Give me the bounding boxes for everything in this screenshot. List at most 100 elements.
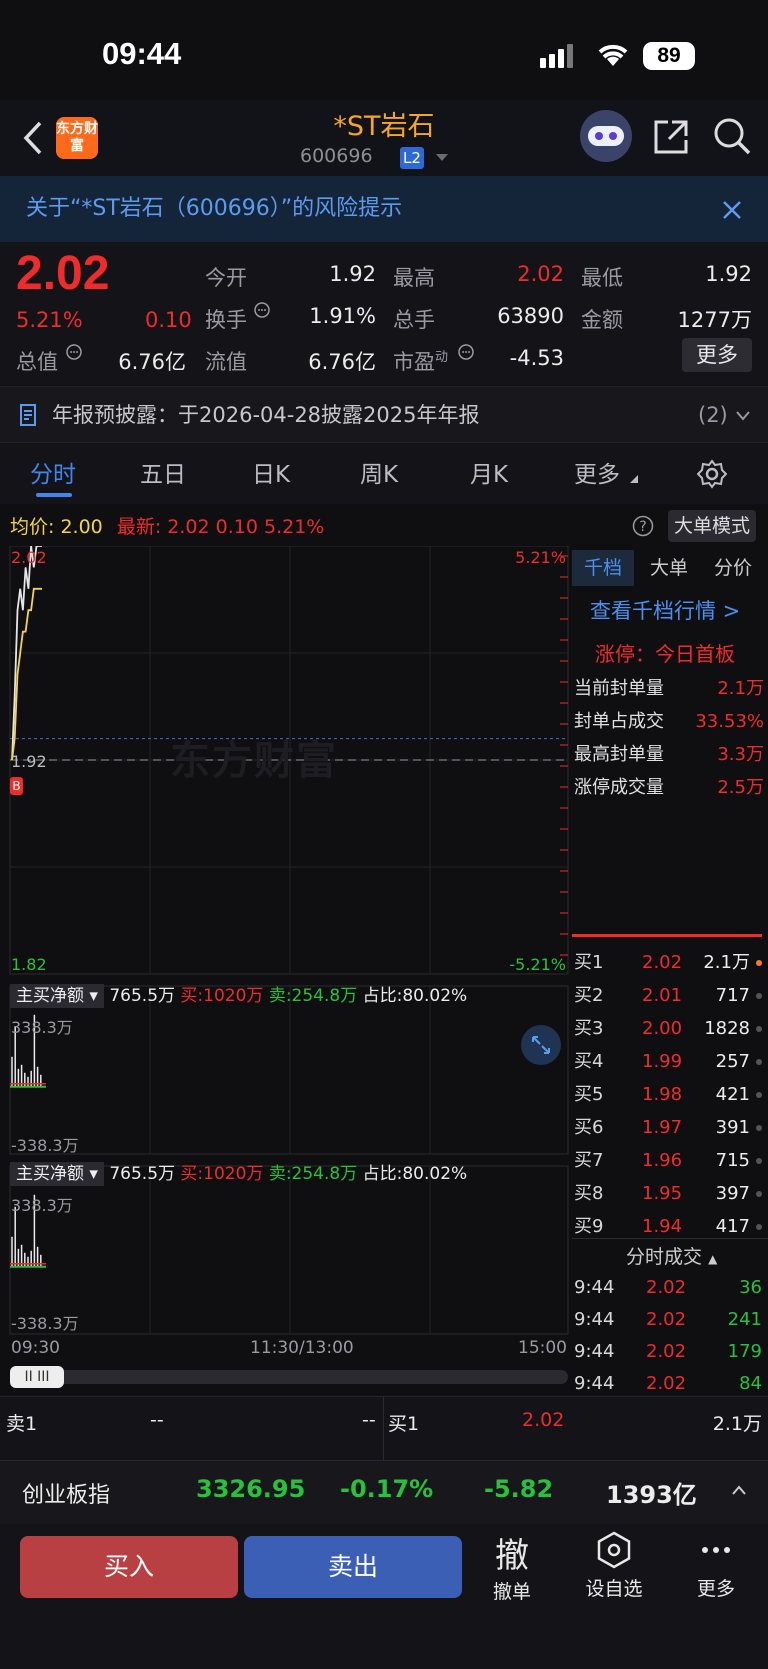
bid-vol: 391 — [715, 1117, 750, 1138]
latest-change: 0.10 — [215, 516, 258, 538]
buy-button[interactable]: 买入 — [20, 1536, 238, 1598]
tab-intraday[interactable]: 分时 — [30, 455, 76, 489]
bid-row[interactable]: 买6 1.97 391 — [574, 1111, 764, 1144]
bid-label: 买8 — [574, 1183, 604, 1204]
tab-big-orders[interactable]: 大单 — [638, 550, 700, 586]
bid-row[interactable]: 买2 2.01 717 — [574, 979, 764, 1012]
limit-stat-row[interactable]: 封单占成交 33.53% — [574, 705, 764, 738]
divider — [572, 934, 762, 937]
tab-price-distribution[interactable]: 分价 — [702, 550, 764, 586]
bid-price: 1.96 — [642, 1150, 683, 1171]
divider — [383, 1397, 384, 1461]
info-icon[interactable] — [66, 344, 82, 360]
latest-percent: 5.21% — [263, 516, 325, 538]
intraday-chart[interactable] — [0, 546, 570, 1386]
chevron-down-icon[interactable] — [436, 154, 448, 162]
bid-row[interactable]: 买8 1.95 397 — [574, 1177, 764, 1210]
limit-stat-row[interactable]: 涨停成交量 2.5万 — [574, 771, 764, 804]
indicator-selector[interactable]: 主买净额 ▾ — [10, 1162, 104, 1186]
stock-code: 600696 — [300, 145, 373, 167]
more-actions-button[interactable]: 更多 — [690, 1530, 742, 1601]
time-scrollbar[interactable] — [10, 1370, 568, 1384]
corner-triangle-icon — [630, 475, 638, 483]
low-value: 1.92 — [705, 262, 752, 286]
bid-price: 1.97 — [642, 1117, 683, 1138]
bid-vol: 257 — [715, 1051, 750, 1072]
gear-icon[interactable] — [697, 459, 727, 489]
limit-stat-row[interactable]: 当前封单量 2.1万 — [574, 672, 764, 705]
change-percent: 5.21% — [16, 308, 83, 332]
cancel-order-button[interactable]: 撤 撤单 — [486, 1528, 538, 1604]
expand-button[interactable] — [521, 1025, 561, 1065]
robot-assistant-icon[interactable] — [580, 110, 632, 162]
bid-vol: 421 — [715, 1084, 750, 1105]
bid-vol: 717 — [715, 985, 750, 1006]
back-icon[interactable] — [22, 120, 44, 156]
status-time: 09:44 — [102, 36, 182, 71]
limit-stat-label: 当前封单量 — [574, 678, 664, 699]
annual-report-notice[interactable]: 年报预披露：于2026-04-28披露2025年年报 (2) — [0, 386, 768, 442]
trade-row[interactable]: 9:44 2.02 241 — [574, 1304, 764, 1336]
open-label: 今开 — [205, 266, 247, 290]
share-icon[interactable] — [652, 118, 690, 156]
volume-label: 总手 — [393, 308, 435, 332]
app-logo: 东方财富 — [56, 117, 98, 159]
x-tick-start: 09:30 — [11, 1338, 60, 1358]
bid-row[interactable]: 买3 2.00 1828 — [574, 1012, 764, 1045]
bid-label: 买2 — [574, 985, 604, 1006]
index-percent: -0.17% — [340, 1475, 434, 1503]
limit-stat-value: 3.3万 — [717, 744, 764, 765]
bid-price: 2.02 — [642, 952, 683, 973]
info-icon[interactable] — [458, 344, 474, 360]
trades-title[interactable]: 分时成交 ▲ — [626, 1242, 717, 1269]
amount-label: 金额 — [581, 308, 623, 332]
trade-vol: 36 — [739, 1277, 762, 1298]
y-right-tick-top: 5.21% — [515, 548, 566, 567]
stock-title[interactable]: *ST岩石 — [284, 104, 484, 143]
notice-text: 年报预披露：于2026-04-28披露2025年年报 — [52, 403, 480, 427]
add-watchlist-button[interactable]: 设自选 — [580, 1530, 648, 1601]
info-icon[interactable] — [254, 302, 270, 318]
indicator-selector[interactable]: 主买净额 ▾ — [10, 984, 104, 1008]
trade-row[interactable]: 9:44 2.02 179 — [574, 1336, 764, 1368]
limit-up-title: 涨停：今日首板 — [595, 642, 735, 666]
trade-row[interactable]: 9:44 2.02 36 — [574, 1272, 764, 1304]
index-ticker[interactable]: 创业板指 3326.95 -0.17% -5.82 1393亿 — [0, 1460, 768, 1524]
bid-row[interactable]: 买5 1.98 421 — [574, 1078, 764, 1111]
tab-level-depth[interactable]: 千档 — [572, 550, 634, 586]
limit-stat-value: 2.5万 — [717, 777, 764, 798]
bid-row[interactable]: 买4 1.99 257 — [574, 1045, 764, 1078]
tab-more[interactable]: 更多 — [574, 455, 620, 489]
sell-button[interactable]: 卖出 — [244, 1536, 462, 1598]
x-tick-end: 15:00 — [518, 1338, 567, 1358]
depth-link[interactable]: 查看千档行情 > — [590, 595, 740, 625]
svg-text:?: ? — [639, 519, 646, 535]
wifi-icon — [598, 44, 628, 66]
limit-stat-row[interactable]: 最高封单量 3.3万 — [574, 738, 764, 771]
help-icon[interactable]: ? — [632, 515, 654, 537]
tab-day-k[interactable]: 日K — [252, 455, 290, 489]
search-icon[interactable] — [712, 116, 752, 156]
bid-row[interactable]: 买7 1.96 715 — [574, 1144, 764, 1177]
index-name: 创业板指 — [22, 1483, 111, 1508]
risk-notice[interactable]: 关于“*ST岩石（600696）”的风险提示 — [0, 176, 768, 242]
trade-price: 2.02 — [646, 1341, 687, 1362]
chevron-up-icon[interactable] — [732, 1485, 746, 1495]
bid-vol: 1828 — [704, 1018, 750, 1039]
tab-week-k[interactable]: 周K — [360, 455, 398, 489]
bid-price: 2.01 — [642, 985, 683, 1006]
high-value: 2.02 — [517, 262, 564, 286]
turnover-label: 换手 — [205, 308, 247, 332]
big-order-mode-button[interactable]: 大单模式 — [668, 510, 756, 542]
bid-label: 买6 — [574, 1117, 604, 1138]
ask1-label: 卖1 — [6, 1413, 38, 1435]
last-price: 2.02 — [16, 247, 110, 300]
tab-month-k[interactable]: 月K — [470, 455, 508, 489]
tab-five-day[interactable]: 五日 — [140, 455, 186, 489]
more-button[interactable]: 更多 — [682, 338, 752, 372]
scroll-handle[interactable]: II III — [10, 1366, 64, 1388]
bid-row[interactable]: 买1 2.02 2.1万 — [574, 946, 764, 979]
limit-stat-label: 最高封单量 — [574, 744, 664, 765]
close-icon[interactable] — [722, 200, 742, 220]
bid-vol: 715 — [715, 1150, 750, 1171]
